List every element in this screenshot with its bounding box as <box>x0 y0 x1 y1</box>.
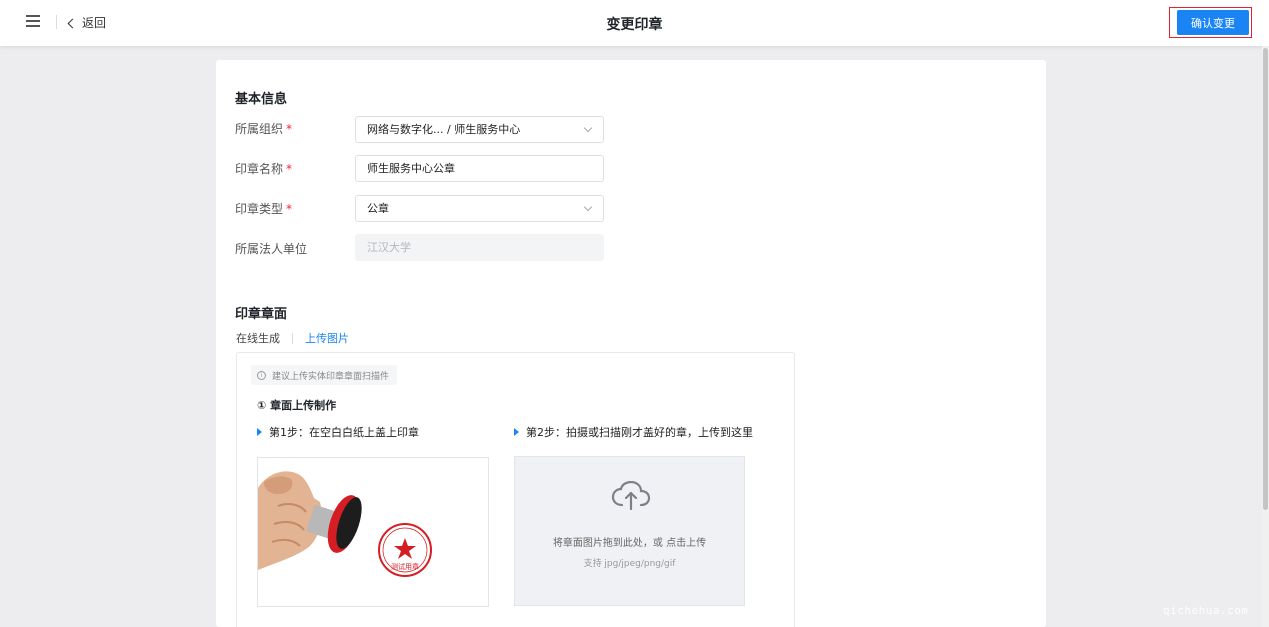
cloud-upload-icon <box>611 481 651 511</box>
svg-text:测试用章: 测试用章 <box>391 562 419 571</box>
legal-unit-label: 所属法人单位 <box>235 242 308 256</box>
upload-panel: i 建议上传实体印章章面扫描件 ① 章面上传制作 第1步：在空白白纸上盖上印章 … <box>236 352 795 627</box>
seal-face-title: 印章章面 <box>235 307 288 322</box>
legal-unit-field: 江汉大学 <box>355 234 604 261</box>
org-select[interactable]: 网络与数字化... / 师生服务中心 <box>355 116 604 143</box>
upload-instruction: 将章面图片拖到此处，或 点击上传 <box>552 538 707 549</box>
seal-face-tabs: 在线生成 上传图片 <box>236 330 349 346</box>
org-label: 所属组织 * <box>235 122 293 136</box>
seal-type-label: 印章类型 * <box>235 202 293 216</box>
chevron-down-icon <box>583 123 593 133</box>
info-icon: i <box>257 370 266 380</box>
upload-dropzone[interactable]: 将章面图片拖到此处，或 点击上传 支持 jpg/jpeg/png/gif <box>514 456 745 606</box>
step-1: 第1步：在空白白纸上盖上印章 <box>257 424 419 440</box>
form-card: 基本信息 所属组织 * 网络与数字化... / 师生服务中心 印章名称 * 师生服务… <box>216 60 1046 627</box>
watermark: qichehua.com <box>1163 604 1249 617</box>
upload-formats: 支持 jpg/jpeg/png/gif <box>583 559 676 569</box>
top-bar: 返回 变更印章 确认变更 <box>0 0 1269 46</box>
triangle-right-icon <box>514 428 519 436</box>
scrollbar-thumb[interactable] <box>1263 48 1268 510</box>
seal-type-select[interactable]: 公章 <box>355 195 604 222</box>
hand-stamp-illustration: 测试用章 <box>258 471 432 577</box>
page-title: 变更印章 <box>606 17 663 33</box>
basic-info-title: 基本信息 <box>235 92 288 107</box>
upload-subheading: ① 章面上传制作 <box>257 399 337 412</box>
tab-online-generate[interactable]: 在线生成 <box>236 330 280 346</box>
seal-name-label: 印章名称 * <box>235 162 293 176</box>
confirm-change-button[interactable]: 确认变更 <box>1177 10 1249 35</box>
scrollbar[interactable] <box>1262 46 1269 627</box>
confirm-highlight-box: 确认变更 <box>1169 7 1252 38</box>
seal-name-input[interactable]: 师生服务中心公章 <box>355 155 604 182</box>
step-2: 第2步：拍摄或扫描刚才盖好的章，上传到这里 <box>514 424 753 440</box>
stamp-example-image: 测试用章 <box>257 457 489 607</box>
chevron-down-icon <box>583 202 593 212</box>
tab-upload-image[interactable]: 上传图片 <box>305 330 349 346</box>
tip-banner: i 建议上传实体印章章面扫描件 <box>251 365 398 385</box>
tab-divider <box>292 332 293 344</box>
triangle-right-icon <box>257 428 262 436</box>
